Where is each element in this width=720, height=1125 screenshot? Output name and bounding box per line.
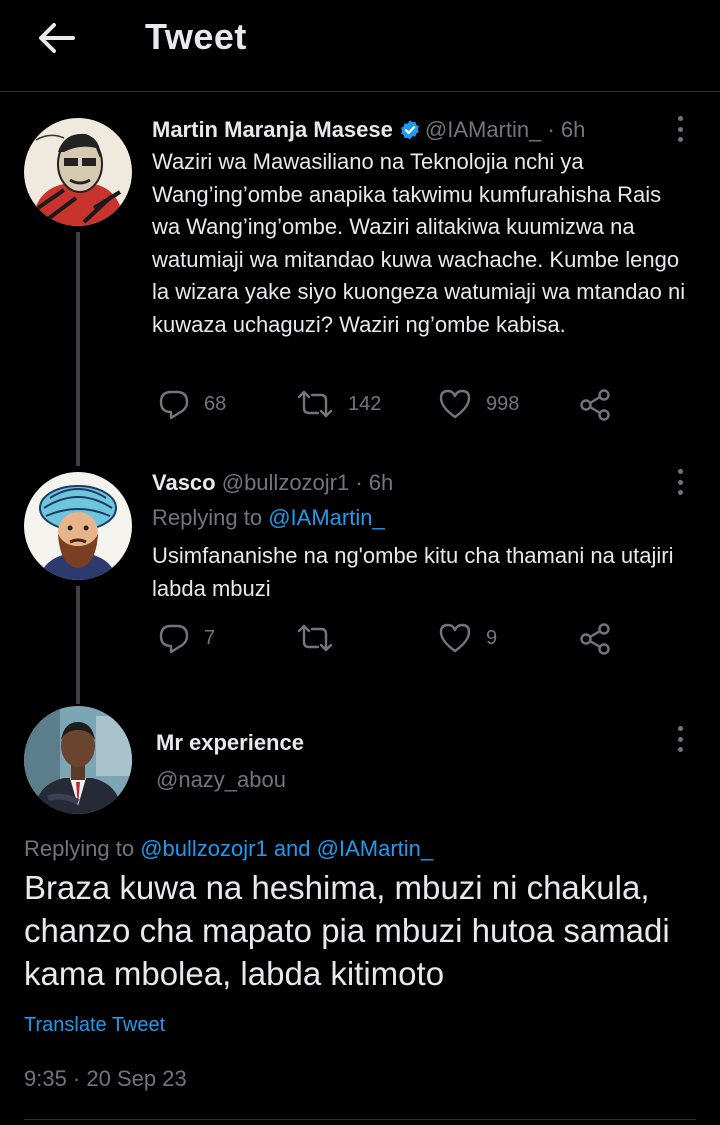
top-bar: Tweet bbox=[0, 0, 720, 92]
like-button[interactable]: 9 bbox=[438, 622, 497, 654]
more-options-button[interactable] bbox=[668, 114, 692, 144]
reply-count: 7 bbox=[204, 626, 216, 649]
main-tweet-text: Braza kuwa na heshima, mbuzi ni chakula,… bbox=[24, 869, 670, 992]
translate-tweet-link[interactable]: Translate Tweet bbox=[24, 1014, 165, 1037]
tweet-header: Vasco @bullzozojr1 · 6h bbox=[152, 470, 393, 496]
tweet-text: Usimfananishe na ng'ombe kitu cha thaman… bbox=[152, 543, 674, 601]
avatar-image bbox=[24, 472, 132, 580]
more-options-button[interactable] bbox=[668, 467, 692, 497]
author-name[interactable]: Martin Maranja Masese bbox=[152, 117, 393, 142]
replying-to: Replying to @IAMartin_ bbox=[152, 505, 385, 531]
share-button[interactable] bbox=[578, 388, 612, 422]
author-name[interactable]: Mr experience bbox=[156, 730, 304, 755]
mention-link[interactable]: @bullzozojr1 and @IAMartin_ bbox=[140, 836, 433, 861]
back-button[interactable] bbox=[34, 18, 78, 58]
thread-line bbox=[76, 586, 80, 704]
like-count: 998 bbox=[486, 392, 520, 415]
retweet-button[interactable] bbox=[296, 622, 334, 654]
author-handle[interactable]: @bullzozojr1 bbox=[222, 470, 350, 495]
thread-line bbox=[76, 232, 80, 466]
avatar[interactable] bbox=[24, 118, 132, 226]
avatar[interactable] bbox=[24, 706, 132, 814]
tweet-header: Martin Maranja Masese @IAMartin_ · 6h bbox=[152, 117, 585, 143]
tweet-timestamp[interactable]: 9:35 · 20 Sep 23 bbox=[24, 1066, 187, 1092]
tweet-time[interactable]: · 6h bbox=[355, 470, 393, 495]
reply-button[interactable]: 7 bbox=[158, 622, 215, 654]
page-title: Tweet bbox=[145, 16, 247, 57]
mention-link[interactable]: @IAMartin_ bbox=[268, 505, 384, 530]
author-handle[interactable]: @IAMartin_ bbox=[425, 117, 541, 142]
retweet-button[interactable]: 142 bbox=[296, 388, 381, 420]
divider bbox=[24, 1119, 696, 1120]
share-icon bbox=[580, 623, 610, 655]
main-author-name: Mr experience bbox=[156, 730, 304, 756]
like-count: 9 bbox=[486, 626, 498, 649]
retweet-icon bbox=[297, 390, 333, 418]
arrow-left-icon bbox=[39, 23, 75, 53]
author-handle[interactable]: @nazy_abou bbox=[156, 767, 286, 793]
reply-button[interactable]: 68 bbox=[158, 388, 226, 420]
tweet-time[interactable]: · 6h bbox=[547, 117, 585, 142]
avatar-image bbox=[24, 706, 132, 814]
replying-to: Replying to @bullzozojr1 and @IAMartin_ bbox=[24, 836, 433, 862]
retweet-icon bbox=[297, 624, 333, 652]
heart-icon bbox=[439, 623, 471, 653]
replying-label: Replying to bbox=[24, 836, 135, 861]
tweet-actions: 68 142 998 bbox=[152, 388, 672, 428]
retweet-count: 142 bbox=[348, 392, 382, 415]
tweet-actions: 7 9 bbox=[152, 622, 672, 662]
replying-label: Replying to bbox=[152, 505, 263, 530]
share-icon bbox=[580, 389, 610, 421]
reply-icon bbox=[159, 390, 189, 420]
share-button[interactable] bbox=[578, 622, 612, 656]
verified-badge-icon bbox=[400, 120, 419, 140]
reply-count: 68 bbox=[204, 392, 227, 415]
avatar[interactable] bbox=[24, 472, 132, 580]
more-options-button[interactable] bbox=[668, 724, 692, 754]
heart-icon bbox=[439, 389, 471, 419]
author-name[interactable]: Vasco bbox=[152, 470, 216, 495]
tweet-text: Waziri wa Mawasiliano na Teknolojia nchi… bbox=[152, 149, 686, 337]
avatar-image bbox=[24, 118, 132, 226]
like-button[interactable]: 998 bbox=[438, 388, 519, 420]
reply-icon bbox=[159, 624, 189, 654]
